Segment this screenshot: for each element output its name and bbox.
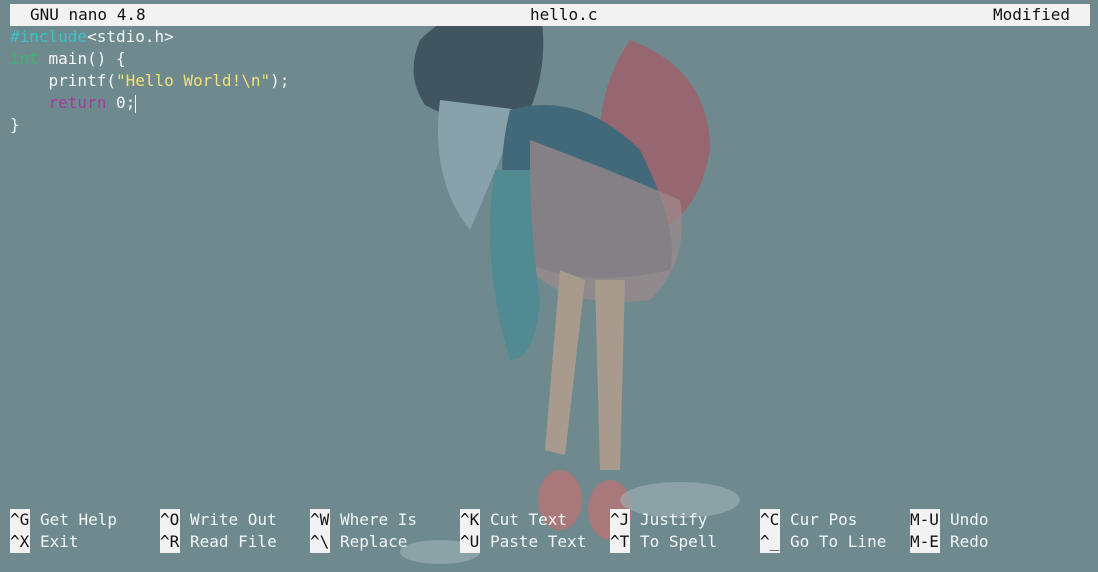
shortcut-label: Paste Text xyxy=(490,532,587,551)
shortcut-item[interactable]: ^W Where Is xyxy=(310,509,417,531)
editor-buffer[interactable]: #include<stdio.h> int main() { printf("He… xyxy=(10,26,1090,496)
shortcut-item[interactable]: ^R Read File xyxy=(160,531,277,553)
code-token: 0; xyxy=(106,93,136,112)
shortcut-item[interactable]: ^O Write Out xyxy=(160,509,277,531)
code-token: "Hello World!\n" xyxy=(115,71,271,90)
text-cursor xyxy=(135,94,137,113)
shortcut-item[interactable]: M-E Redo xyxy=(910,531,989,553)
shortcut-item[interactable]: ^\ Replace xyxy=(310,531,407,553)
shortcut-label: Redo xyxy=(950,532,989,551)
shortcut-key: ^X xyxy=(10,531,30,553)
modified-status: Modified xyxy=(992,5,1070,24)
shortcut-key: ^J xyxy=(610,509,630,531)
shortcut-key: ^O xyxy=(160,509,180,531)
shortcut-item[interactable]: ^K Cut Text xyxy=(460,509,567,531)
shortcut-key: ^_ xyxy=(760,531,780,553)
shortcut-label: Where Is xyxy=(340,510,418,529)
shortcut-key: ^\ xyxy=(310,531,330,553)
code-line[interactable]: } xyxy=(10,114,1090,136)
code-line[interactable]: int main() { xyxy=(10,48,1090,70)
shortcut-key: M-U xyxy=(910,509,940,531)
code-token: #include xyxy=(10,27,88,46)
shortcut-key: ^G xyxy=(10,509,30,531)
shortcut-label: Cur Pos xyxy=(790,510,858,529)
shortcut-item[interactable]: ^G Get Help xyxy=(10,509,117,531)
shortcut-item[interactable]: ^C Cur Pos xyxy=(760,509,857,531)
shortcut-bar: ^G Get Help ^O Write Out ^W Where Is ^K Cut Tex… xyxy=(10,509,1090,553)
code-line[interactable]: return 0; xyxy=(10,92,1090,114)
shortcut-item[interactable]: M-U Undo xyxy=(910,509,989,531)
shortcut-label: Write Out xyxy=(190,510,277,529)
code-line[interactable]: printf("Hello World!\n"); xyxy=(10,70,1090,92)
shortcut-key: ^U xyxy=(460,531,480,553)
shortcut-key: ^T xyxy=(610,531,630,553)
shortcut-key: ^K xyxy=(460,509,480,531)
shortcut-key: ^C xyxy=(760,509,780,531)
shortcut-label: To Spell xyxy=(640,532,718,551)
code-token: return xyxy=(48,93,107,112)
shortcut-item[interactable]: ^J Justify xyxy=(610,509,707,531)
code-token: ); xyxy=(270,71,290,90)
shortcut-item[interactable]: ^U Paste Text xyxy=(460,531,586,553)
shortcut-key: ^W xyxy=(310,509,330,531)
shortcut-key: ^R xyxy=(160,531,180,553)
shortcut-key: M-E xyxy=(910,531,940,553)
code-token: } xyxy=(10,115,20,134)
shortcut-item[interactable]: ^_ Go To Line xyxy=(760,531,886,553)
app-name: GNU nano 4.8 xyxy=(30,5,146,24)
file-name: hello.c xyxy=(530,5,598,24)
shortcut-label: Replace xyxy=(340,532,408,551)
shortcut-item[interactable]: ^X Exit xyxy=(10,531,79,553)
shortcut-label: Go To Line xyxy=(790,532,887,551)
shortcut-label: Undo xyxy=(950,510,989,529)
shortcut-item[interactable]: ^T To Spell xyxy=(610,531,717,553)
shortcut-label: Justify xyxy=(640,510,708,529)
title-bar: GNU nano 4.8 hello.c Modified xyxy=(10,4,1090,26)
shortcut-label: Exit xyxy=(40,532,79,551)
code-token: printf( xyxy=(10,71,116,90)
shortcut-label: Cut Text xyxy=(490,510,568,529)
code-line[interactable]: #include<stdio.h> xyxy=(10,26,1090,48)
shortcut-label: Get Help xyxy=(40,510,118,529)
code-token: <stdio.h> xyxy=(87,27,174,46)
code-token: main() { xyxy=(38,49,126,68)
code-token: int xyxy=(10,49,39,68)
shortcut-label: Read File xyxy=(190,532,277,551)
